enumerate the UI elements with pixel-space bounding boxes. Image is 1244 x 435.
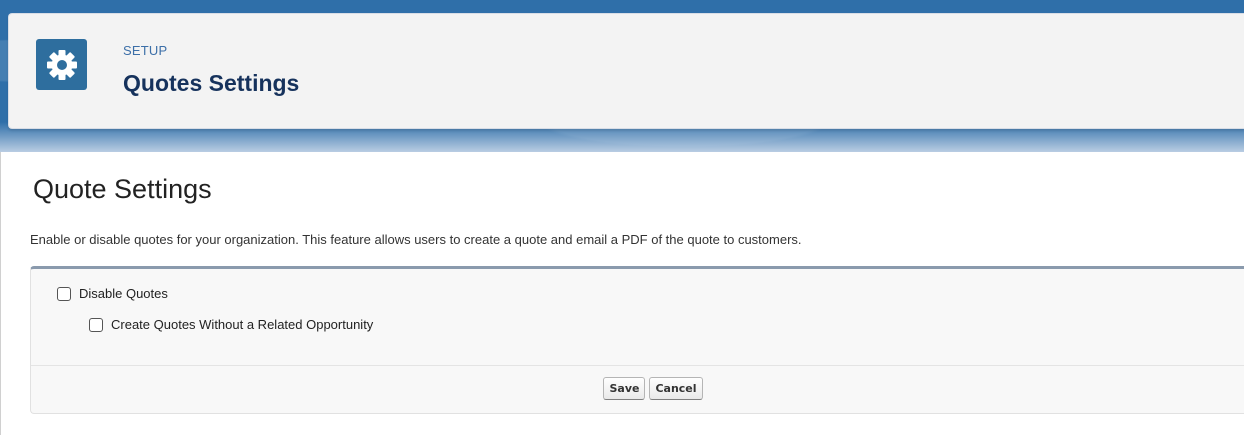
- button-bar: Save Cancel: [31, 377, 1244, 400]
- section-title: Quote Settings: [33, 174, 212, 204]
- setup-icon-tile: [36, 39, 87, 90]
- panel-divider: [31, 365, 1244, 366]
- save-button[interactable]: Save: [603, 377, 646, 400]
- page-title: Quotes Settings: [123, 70, 300, 96]
- breadcrumb[interactable]: SETUP: [123, 43, 167, 58]
- create-without-opportunity-checkbox[interactable]: [89, 317, 103, 332]
- disable-quotes-label[interactable]: Disable Quotes: [79, 286, 168, 301]
- create-without-opportunity-label[interactable]: Create Quotes Without a Related Opportun…: [111, 317, 373, 332]
- main-content: Quote Settings Enable or disable quotes …: [0, 152, 1244, 435]
- page-header: SETUP Quotes Settings: [8, 13, 1244, 129]
- settings-panel: Disable Quotes Create Quotes Without a R…: [30, 266, 1244, 414]
- disable-quotes-checkbox[interactable]: [57, 286, 71, 301]
- gear-icon: [46, 49, 77, 80]
- create-without-opportunity-option[interactable]: Create Quotes Without a Related Opportun…: [89, 317, 373, 332]
- disable-quotes-option[interactable]: Disable Quotes: [57, 286, 168, 301]
- cancel-button[interactable]: Cancel: [649, 377, 703, 400]
- section-description: Enable or disable quotes for your organi…: [30, 232, 802, 247]
